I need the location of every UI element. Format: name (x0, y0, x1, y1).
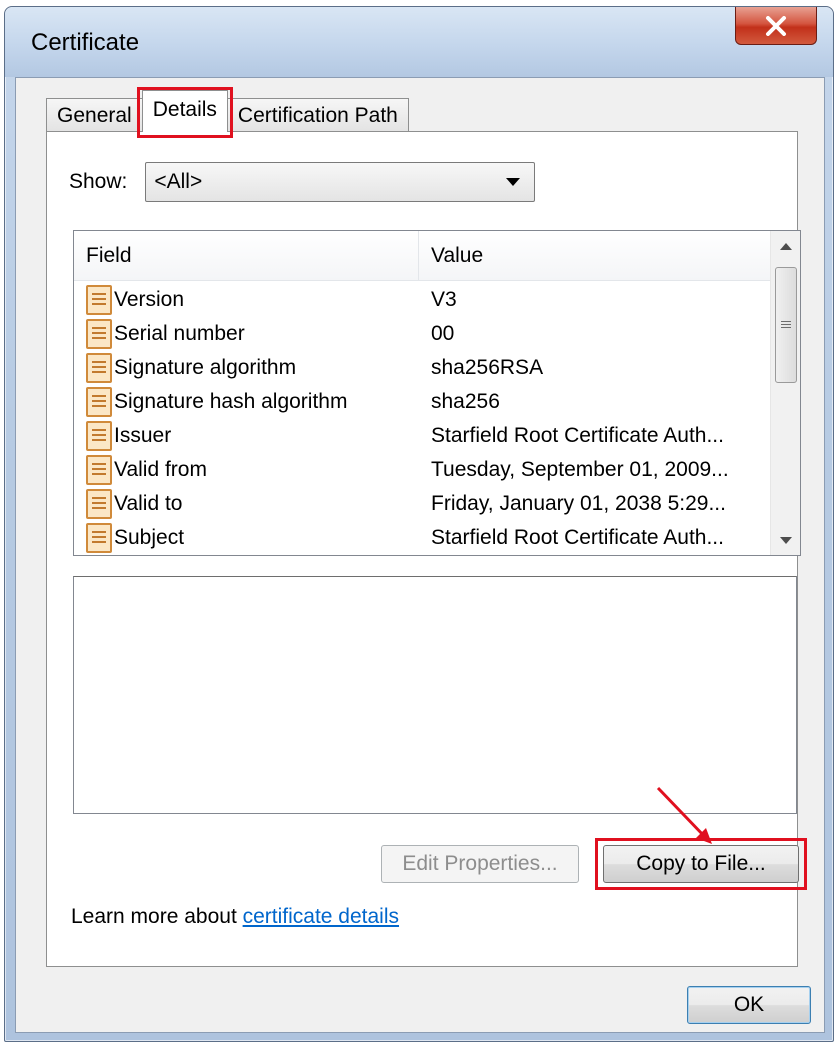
certificate-field-icon (86, 353, 112, 383)
grip-icon (781, 321, 791, 329)
certificate-window: Certificate General Details Certificatio… (4, 6, 834, 1042)
list-item[interactable]: Issuer Starfield Root Certificate Auth..… (74, 419, 770, 453)
annotation-arrow-icon (656, 786, 712, 844)
vertical-scrollbar[interactable] (770, 231, 800, 555)
list-item[interactable]: Version V3 (74, 283, 770, 317)
certificate-field-icon (86, 285, 112, 315)
learn-more-prefix: Learn more about (71, 905, 243, 928)
chevron-down-icon (506, 178, 521, 186)
tab-general[interactable]: General (46, 98, 143, 132)
certificate-field-icon (86, 523, 112, 553)
triangle-down-icon (780, 536, 792, 544)
edit-properties-button[interactable]: Edit Properties... (381, 845, 579, 883)
field-name: Version (114, 288, 185, 311)
certificate-field-icon (86, 489, 112, 519)
close-button[interactable] (735, 7, 817, 45)
learn-more-text: Learn more about certificate details (71, 905, 399, 929)
close-icon (766, 15, 786, 36)
show-filter-row: Show: <All> (69, 162, 536, 202)
field-value: sha256 (431, 390, 500, 413)
field-value: 00 (431, 322, 455, 345)
title-bar[interactable]: Certificate (5, 7, 833, 77)
scroll-up-button[interactable] (771, 231, 800, 261)
tab-strip: General Details Certification Path (46, 87, 409, 138)
field-value: Starfield Root Certificate Auth... (431, 424, 724, 447)
certificate-field-icon (86, 319, 112, 349)
show-selected-value: <All> (154, 170, 203, 193)
list-item[interactable]: Signature algorithm sha256RSA (74, 351, 770, 385)
field-value: Starfield Root Certificate Auth... (431, 526, 724, 549)
details-panel: Show: <All> Field Value Version V3 Seria… (46, 131, 807, 967)
tab-details[interactable]: Details (136, 87, 234, 138)
field-name: Serial number (114, 322, 245, 345)
show-label: Show: (69, 170, 128, 193)
certificate-details-link[interactable]: certificate details (243, 905, 399, 928)
show-dropdown[interactable]: <All> (145, 162, 536, 202)
scrollbar-thumb[interactable] (775, 267, 797, 383)
certificate-field-icon (86, 455, 112, 485)
list-item[interactable]: Valid from Tuesday, September 01, 2009..… (74, 453, 770, 487)
certificate-field-icon (86, 421, 112, 451)
triangle-up-icon (780, 242, 792, 250)
field-name: Issuer (114, 424, 172, 447)
list-item[interactable]: Serial number 00 (74, 317, 770, 351)
ok-button[interactable]: OK (687, 986, 811, 1024)
column-header-field[interactable]: Field (74, 231, 419, 280)
field-detail-textbox[interactable] (73, 576, 797, 814)
tab-certification-path[interactable]: Certification Path (226, 98, 409, 132)
window-title: Certificate (31, 29, 140, 56)
list-item[interactable]: Valid to Friday, January 01, 2038 5:29..… (74, 487, 770, 521)
list-header: Field Value (74, 231, 770, 281)
list-item[interactable]: Signature hash algorithm sha256 (74, 385, 770, 419)
list-item[interactable]: Subject Starfield Root Certificate Auth.… (74, 521, 770, 555)
scroll-down-button[interactable] (771, 525, 800, 555)
copy-to-file-button[interactable]: Copy to File... (603, 845, 799, 883)
column-header-value[interactable]: Value (419, 231, 770, 280)
field-name: Valid from (114, 458, 207, 481)
field-name: Signature hash algorithm (114, 390, 348, 413)
field-value: Tuesday, September 01, 2009... (431, 458, 729, 481)
dialog-client-area: General Details Certification Path Show:… (15, 77, 825, 1033)
field-name: Subject (114, 526, 185, 549)
field-list[interactable]: Field Value Version V3 Serial number 00 … (73, 230, 801, 556)
field-name: Valid to (114, 492, 183, 515)
field-value: sha256RSA (431, 356, 544, 379)
list-rows: Version V3 Serial number 00 Signature al… (74, 283, 770, 555)
certificate-field-icon (86, 387, 112, 417)
field-value: Friday, January 01, 2038 5:29... (431, 492, 726, 515)
field-name: Signature algorithm (114, 356, 297, 379)
field-value: V3 (431, 288, 457, 311)
